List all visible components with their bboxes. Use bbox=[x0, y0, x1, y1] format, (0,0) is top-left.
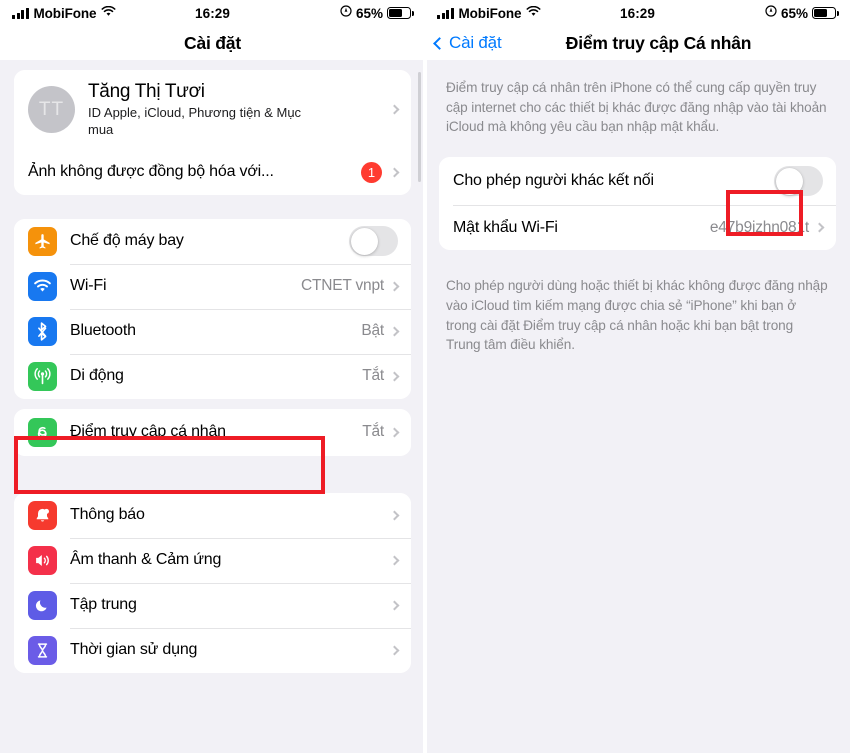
wifi-icon bbox=[28, 271, 57, 301]
status-badge: 1 bbox=[361, 161, 382, 183]
right-phone-hotspot-screen: MobiFone 16:29 65% Cài đặt Điểm truy cập… bbox=[425, 0, 850, 753]
settings-row-label: Điểm truy cập cá nhân bbox=[70, 423, 226, 441]
back-button-label: Cài đặt bbox=[449, 33, 502, 52]
settings-row-label: Tập trung bbox=[70, 596, 137, 614]
account-subtitle: ID Apple, iCloud, Phương tiện & Mục mua bbox=[88, 104, 302, 137]
status-bar-right: 65% bbox=[765, 4, 839, 22]
wifi-password-row[interactable]: Mật khẩu Wi-Fi e47b9izhn081t bbox=[439, 205, 836, 251]
panel-divider bbox=[423, 0, 427, 753]
account-text: Tăng Thị Tươi ID Apple, iCloud, Phương t… bbox=[88, 81, 391, 139]
connectivity-group: Chế độ máy bay Wi-Fi CTNET vnpt Bluetoot… bbox=[14, 218, 411, 399]
location-services-icon bbox=[340, 4, 352, 22]
battery-icon bbox=[387, 7, 414, 19]
left-phone-settings-screen: MobiFone 16:29 65% Cài đặt TT Tăng Thị T… bbox=[0, 0, 425, 753]
settings-row-label: Di động bbox=[70, 367, 124, 385]
page-title: Điểm truy cập Cá nhân bbox=[565, 32, 752, 53]
screen-time-icon bbox=[28, 635, 57, 665]
settings-row-value: CTNET vnpt bbox=[301, 277, 384, 295]
left-settings-list: TT Tăng Thị Tươi ID Apple, iCloud, Phươn… bbox=[0, 70, 425, 673]
settings-row-label: Âm thanh & Cảm ứng bbox=[70, 551, 222, 569]
settings-row-label: Chế độ máy bay bbox=[70, 232, 184, 250]
chevron-left-icon bbox=[433, 36, 446, 50]
chevron-right-icon bbox=[389, 104, 400, 115]
allow-others-label: Cho phép người khác kết nối bbox=[453, 172, 654, 190]
chevron-right-icon bbox=[389, 427, 400, 438]
hotspot-settings-group: Cho phép người khác kết nối Mật khẩu Wi-… bbox=[439, 157, 836, 251]
cellular-icon bbox=[28, 361, 57, 391]
settings-row-label: Wi-Fi bbox=[70, 277, 107, 295]
settings-row-focus[interactable]: Tập trung bbox=[14, 582, 411, 628]
battery-percent-label: 65% bbox=[780, 5, 808, 21]
settings-row-value: Tắt bbox=[362, 367, 384, 385]
scroll-indicator[interactable] bbox=[418, 72, 421, 182]
photos-sync-alert-row[interactable]: Ảnh không được đồng bộ hóa với... 1 bbox=[14, 149, 411, 195]
airplane-mode-toggle[interactable] bbox=[349, 226, 398, 257]
sounds-haptics-icon bbox=[28, 545, 57, 575]
wifi-password-label: Mật khẩu Wi-Fi bbox=[453, 218, 558, 236]
settings-row-label: Bluetooth bbox=[70, 322, 136, 340]
chevron-right-icon bbox=[389, 281, 400, 292]
settings-row-value: Bật bbox=[361, 322, 384, 340]
apple-account-row[interactable]: TT Tăng Thị Tươi ID Apple, iCloud, Phươn… bbox=[14, 70, 411, 150]
settings-row-sounds-haptics[interactable]: Âm thanh & Cảm ứng bbox=[14, 537, 411, 583]
account-group: TT Tăng Thị Tươi ID Apple, iCloud, Phươn… bbox=[14, 70, 411, 195]
right-status-bar: MobiFone 16:29 65% bbox=[425, 0, 850, 26]
chevron-right-icon bbox=[389, 371, 400, 382]
settings-row-cellular[interactable]: Di động Tắt bbox=[14, 353, 411, 399]
status-bar-right: 65% bbox=[340, 4, 414, 22]
airplane-icon bbox=[28, 226, 57, 256]
intro-description: Điểm truy cập cá nhân trên iPhone có thể… bbox=[446, 80, 827, 135]
avatar-initials: TT bbox=[38, 98, 65, 120]
settings-row-value: Tắt bbox=[362, 423, 384, 441]
focus-icon bbox=[28, 590, 57, 620]
back-button[interactable]: Cài đặt bbox=[433, 33, 502, 53]
account-name: Tăng Thị Tươi bbox=[88, 81, 205, 102]
chevron-right-icon bbox=[389, 645, 400, 656]
allow-others-toggle[interactable] bbox=[774, 166, 823, 197]
chevron-right-icon bbox=[389, 167, 400, 178]
page-title: Cài đặt bbox=[184, 32, 241, 53]
wifi-password-value: e47b9izhn081t bbox=[709, 218, 809, 236]
hotspot-group: Điểm truy cập cá nhân Tắt bbox=[14, 408, 411, 456]
chevron-right-icon bbox=[389, 326, 400, 337]
right-settings-list: Cho phép người khác kết nối Mật khẩu Wi-… bbox=[425, 157, 850, 251]
notifications-icon bbox=[28, 500, 57, 530]
allow-others-row[interactable]: Cho phép người khác kết nối bbox=[439, 157, 836, 206]
left-status-bar: MobiFone 16:29 65% bbox=[0, 0, 425, 26]
settings-row-notifications[interactable]: Thông báo bbox=[14, 492, 411, 538]
chevron-right-icon bbox=[814, 222, 825, 233]
settings-row-screen-time[interactable]: Thời gian sử dụng bbox=[14, 627, 411, 673]
system-group: Thông báo Âm thanh & Cảm ứng Tập trung T… bbox=[14, 492, 411, 673]
right-nav-bar: Cài đặt Điểm truy cập Cá nhân bbox=[425, 26, 850, 60]
location-services-icon bbox=[765, 4, 777, 22]
avatar: TT bbox=[28, 86, 75, 134]
settings-row-personal-hotspot[interactable]: Điểm truy cập cá nhân Tắt bbox=[14, 408, 411, 456]
settings-row-wifi[interactable]: Wi-Fi CTNET vnpt bbox=[14, 263, 411, 309]
chevron-right-icon bbox=[389, 555, 400, 566]
personal-hotspot-icon bbox=[28, 417, 57, 447]
chevron-right-icon bbox=[389, 510, 400, 521]
hotspot-footer-description: Cho phép người dùng hoặc thiết bị khác k… bbox=[446, 278, 828, 353]
bluetooth-icon bbox=[28, 316, 57, 346]
left-nav-bar: Cài đặt bbox=[0, 26, 425, 60]
dual-phone-screenshot: MobiFone 16:29 65% Cài đặt TT Tăng Thị T… bbox=[0, 0, 850, 753]
settings-row-label: Thông báo bbox=[70, 506, 145, 524]
photos-sync-alert-label: Ảnh không được đồng bộ hóa với... bbox=[28, 163, 274, 181]
settings-row-label: Thời gian sử dụng bbox=[70, 641, 198, 659]
battery-icon bbox=[812, 7, 839, 19]
settings-row-airplane-mode[interactable]: Chế độ máy bay bbox=[14, 218, 411, 264]
chevron-right-icon bbox=[389, 600, 400, 611]
battery-percent-label: 65% bbox=[355, 5, 383, 21]
settings-row-bluetooth[interactable]: Bluetooth Bật bbox=[14, 308, 411, 354]
